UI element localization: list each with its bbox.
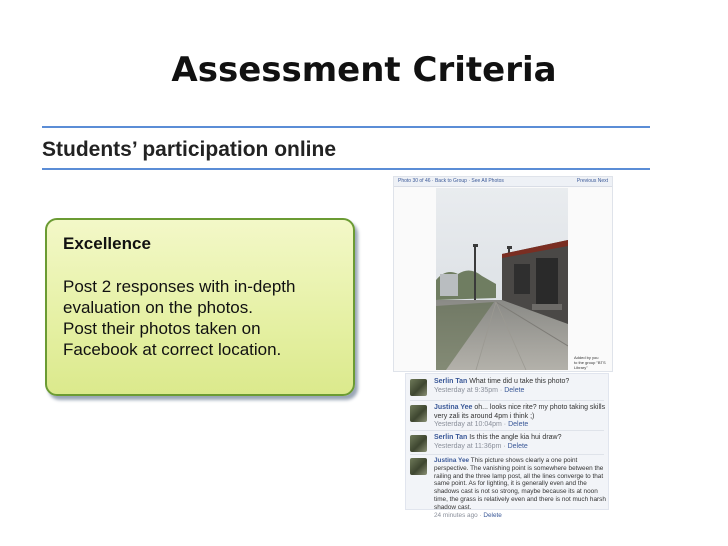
comment-divider	[410, 454, 604, 455]
slide-subtitle: Students’ participation online	[42, 138, 337, 161]
photo-nav-bar: Photo 30 of 46 · Back to Group · See All…	[394, 177, 612, 187]
avatar[interactable]	[410, 458, 427, 475]
photo-nav-left[interactable]: Photo 30 of 46 · Back to Group · See All…	[398, 178, 504, 184]
photo-caption-line: to the group "BTS Library"	[574, 360, 606, 370]
title-rule-bottom	[42, 168, 650, 170]
criteria-line: Post 2 responses with in-depth	[63, 277, 296, 296]
criteria-box: Excellence Post 2 responses with in-dept…	[45, 218, 355, 396]
criteria-heading: Excellence	[63, 234, 151, 253]
comment-list: Serlin Tan What time did u take this pho…	[405, 373, 609, 519]
title-rule-top	[42, 126, 650, 128]
comment-time: Yesterday at 11:36pm	[434, 442, 502, 450]
avatar[interactable]	[410, 379, 427, 396]
criteria-line: Facebook at correct location.	[63, 340, 282, 359]
comment-text: What time did u take this photo?	[469, 378, 570, 385]
facebook-photo-screenshot: Photo 30 of 46 · Back to Group · See All…	[393, 176, 613, 372]
avatar[interactable]	[410, 435, 427, 452]
delete-link[interactable]: Delete	[508, 443, 528, 450]
photo-caption: Added by you to the group "BTS Library"	[574, 355, 612, 370]
comment-text: Is this the angle kia hui draw?	[469, 434, 562, 441]
comment-divider	[410, 400, 604, 401]
comment-divider	[410, 430, 604, 431]
slide-title: Assessment Criteria	[171, 50, 557, 90]
comment-author[interactable]: Justina Yee	[434, 404, 472, 411]
avatar[interactable]	[410, 405, 427, 422]
delete-link[interactable]: Delete	[504, 387, 524, 394]
comment-author[interactable]: Justina Yee	[434, 457, 469, 464]
criteria-line: Post their photos taken on	[63, 319, 261, 338]
delete-link[interactable]: Delete	[483, 512, 501, 519]
comment-author[interactable]: Serlin Tan	[434, 378, 467, 385]
comment-time: Yesterday at 10:04pm	[434, 421, 502, 429]
photo-nav-right[interactable]: Previous Next	[577, 177, 608, 186]
campus-building-photo	[436, 188, 568, 370]
comment-author[interactable]: Serlin Tan	[434, 434, 467, 441]
criteria-line: evaluation on the photos.	[63, 298, 253, 317]
comment-time: Yesterday at 9:35pm	[434, 386, 498, 394]
comment-text: This picture shows clearly a one point p…	[434, 457, 606, 511]
comment-time: 24 minutes ago	[434, 511, 478, 519]
delete-link[interactable]: Delete	[508, 421, 528, 428]
